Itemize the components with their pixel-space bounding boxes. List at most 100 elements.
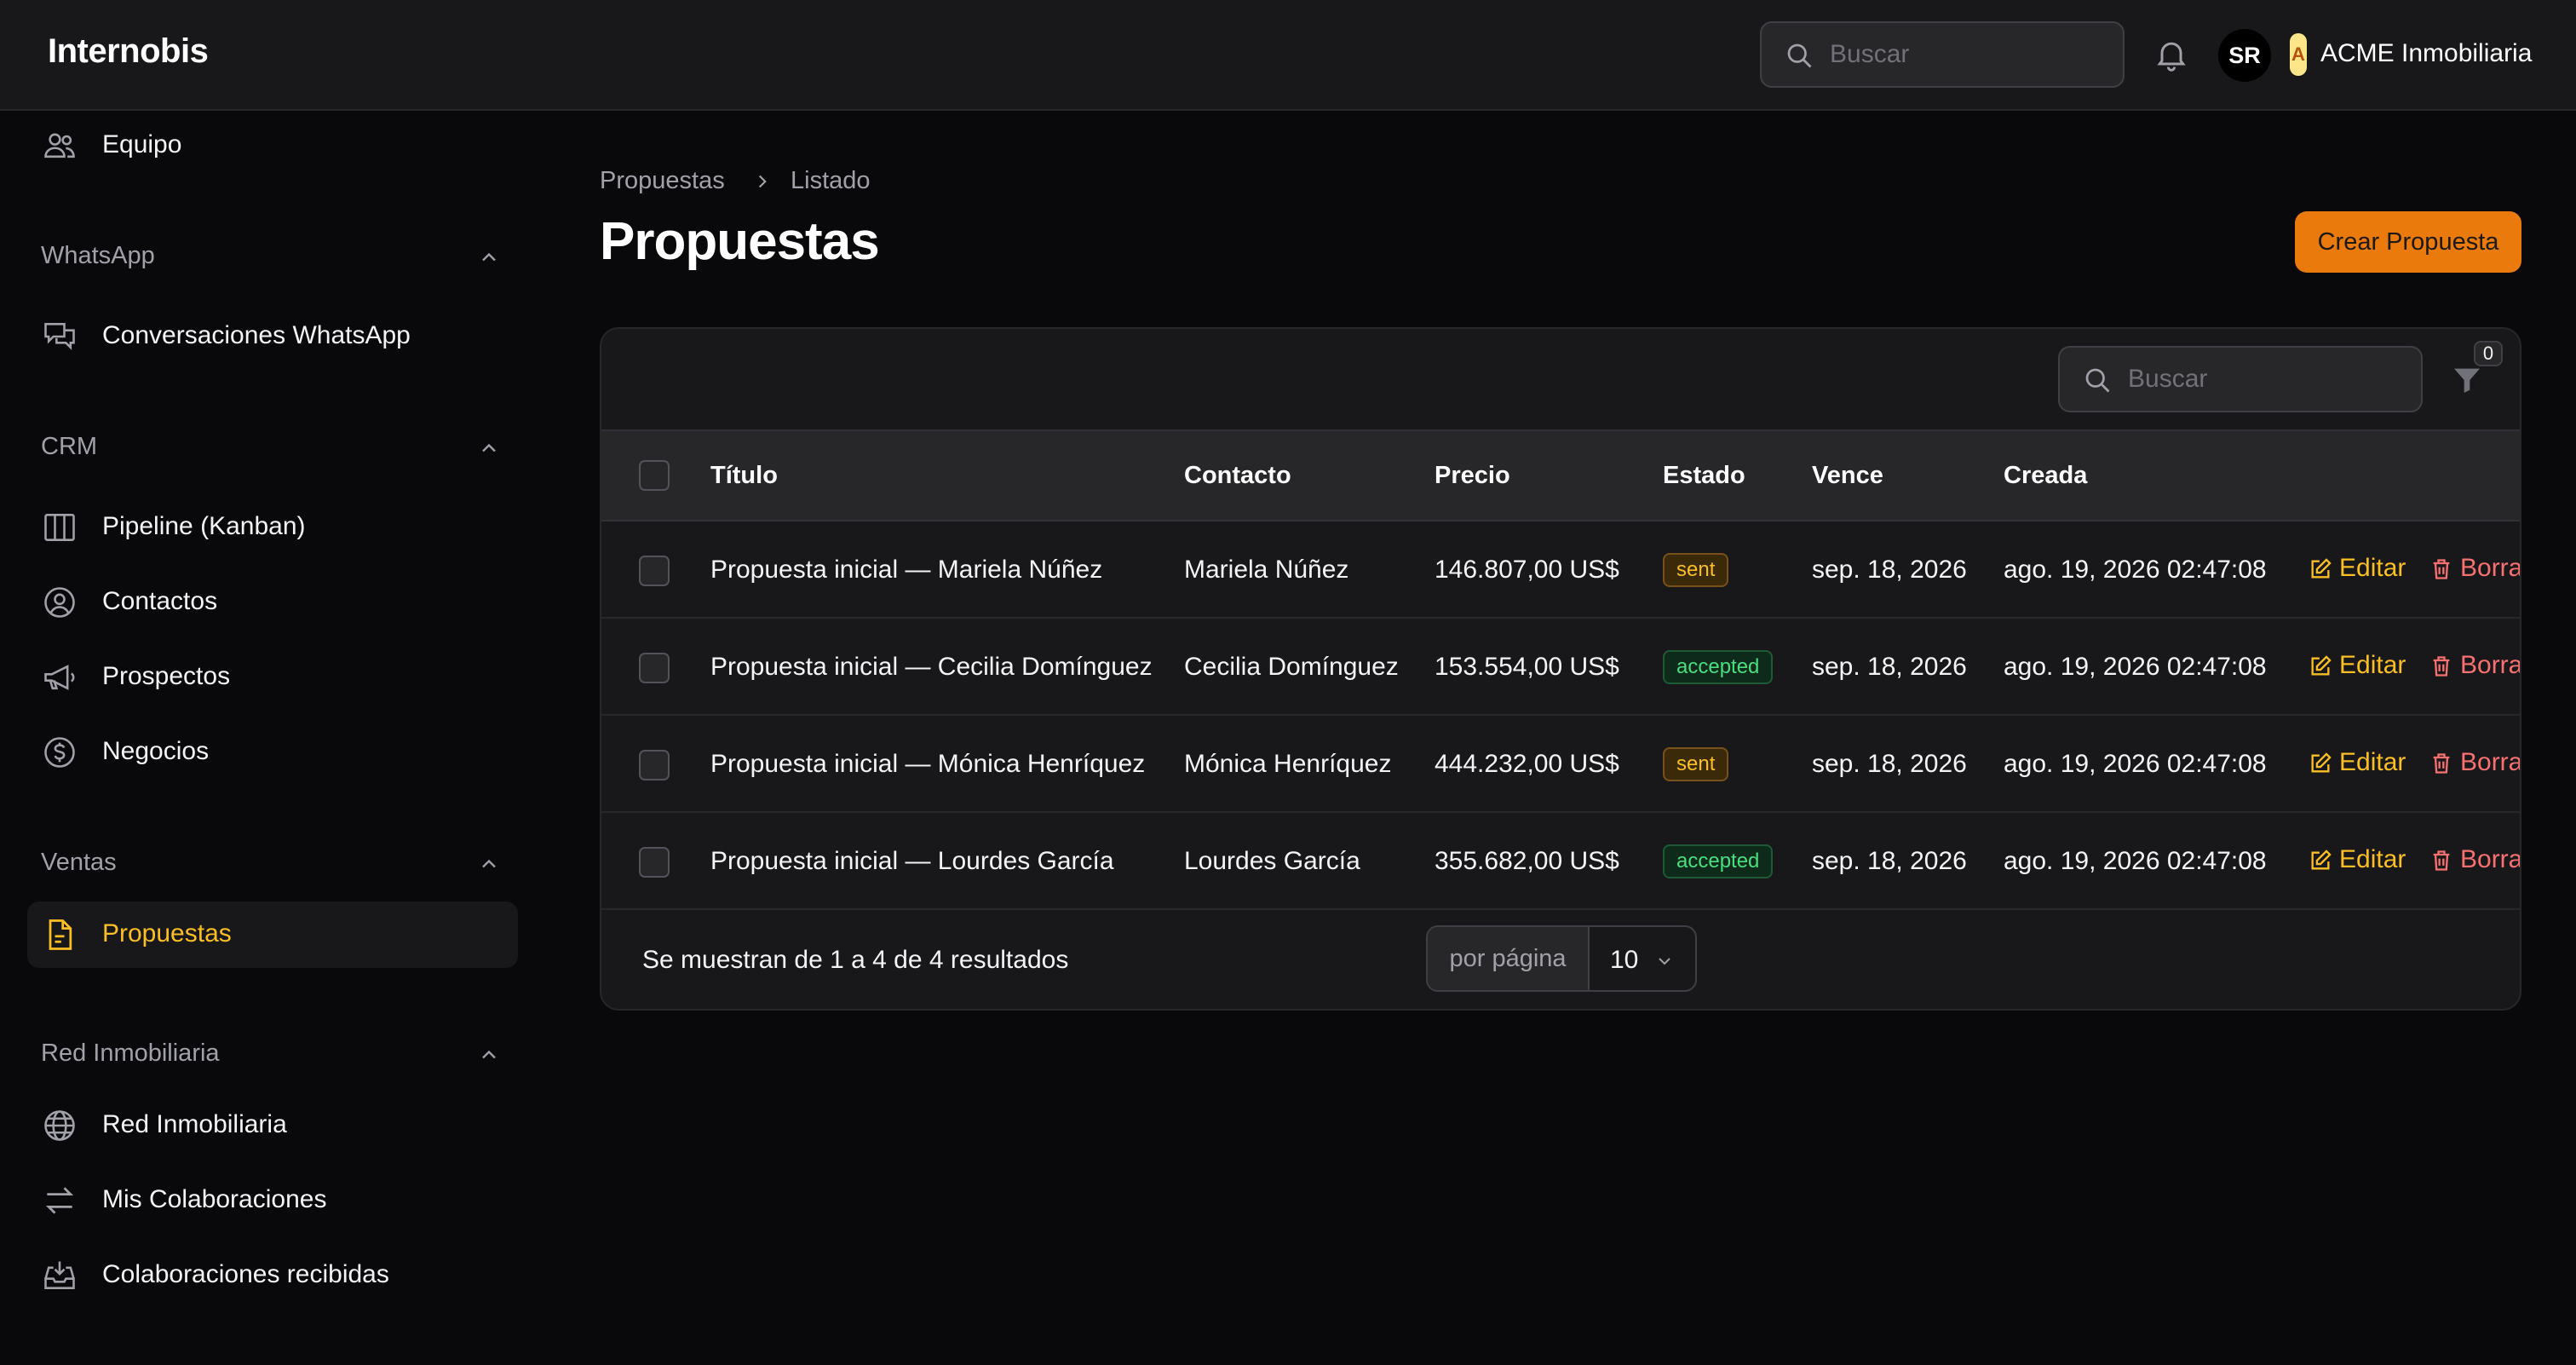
per-page-label: por página (1428, 927, 1590, 990)
table-row[interactable]: Propuesta inicial — Mariela Núñez Mariel… (601, 521, 2520, 619)
sidebar-item-red-inmobiliaria[interactable]: Red Inmobiliaria (27, 1092, 518, 1159)
inbox-download-icon (41, 1257, 78, 1294)
sidebar-item-label: Prospectos (102, 662, 231, 690)
sidebar-item-label: Colaboraciones recibidas (102, 1260, 389, 1288)
cell-created: ago. 19, 2026 02:47:08 (2004, 653, 2267, 681)
tenant-switcher[interactable]: ACME Inmobiliaria (2320, 39, 2532, 68)
sidebar-item-label: Equipo (102, 130, 182, 158)
group-header-ventas[interactable]: Ventas (41, 845, 501, 879)
breadcrumb-item[interactable]: Propuestas (600, 167, 725, 195)
search-icon (2082, 365, 2113, 395)
sidebar-item-mis-colaboraciones[interactable]: Mis Colaboraciones (27, 1167, 518, 1234)
cell-title: Propuesta inicial — Mónica Henríquez (710, 750, 1146, 778)
tenant-badge: A (2290, 33, 2307, 76)
trash-icon (2429, 849, 2453, 873)
cell-due: sep. 18, 2026 (1812, 750, 1967, 778)
column-header-contacto[interactable]: Contacto (1184, 462, 1291, 490)
chevron-right-icon (751, 170, 773, 193)
proposals-table-card: 0 Título Contacto Precio Estado Vence Cr… (600, 327, 2521, 1011)
cell-contact: Mariela Núñez (1184, 556, 1349, 584)
sidebar-item-colaboraciones-recibidas[interactable]: Colaboraciones recibidas (27, 1242, 518, 1309)
filter-count-badge: 0 (2474, 341, 2503, 366)
global-search-input[interactable] (1830, 23, 2102, 86)
cell-contact: Mónica Henríquez (1184, 750, 1392, 778)
results-summary: Se muestran de 1 a 4 de 4 resultados (642, 946, 1069, 974)
status-badge: sent (1663, 553, 1729, 587)
user-avatar[interactable]: SR (2218, 29, 2271, 82)
sidebar-item-label: Conversaciones WhatsApp (102, 321, 411, 349)
edit-icon (2309, 654, 2332, 678)
table-row[interactable]: Propuesta inicial — Lourdes García Lourd… (601, 813, 2520, 910)
breadcrumb-item: Listado (791, 167, 871, 194)
table-row[interactable]: Propuesta inicial — Mónica Henríquez Món… (601, 716, 2520, 813)
group-label: CRM (41, 433, 98, 460)
column-header-creada[interactable]: Creada (2004, 462, 2087, 490)
sidebar-item-label: Negocios (102, 737, 210, 765)
edit-icon (2309, 849, 2332, 873)
group-header-red-inmobiliaria[interactable]: Red Inmobiliaria (41, 1036, 501, 1070)
sidebar-item-conversaciones-whatsapp[interactable]: Conversaciones WhatsApp (27, 303, 518, 370)
sidebar-item-equipo[interactable]: Equipo (27, 112, 518, 179)
group-header-whatsapp[interactable]: WhatsApp (41, 239, 501, 273)
cell-title: Propuesta inicial — Cecilia Domínguez (710, 653, 1153, 681)
dollar-circle-icon (41, 734, 78, 771)
create-proposal-button[interactable]: Crear Propuesta (2295, 211, 2521, 273)
cell-created: ago. 19, 2026 02:47:08 (2004, 847, 2267, 875)
trash-icon (2429, 557, 2453, 581)
chevron-up-icon (477, 1043, 501, 1067)
row-checkbox[interactable] (639, 653, 670, 683)
status-badge: accepted (1663, 650, 1774, 684)
cell-due: sep. 18, 2026 (1812, 556, 1967, 584)
edit-icon (2309, 557, 2332, 581)
user-circle-icon (41, 584, 78, 621)
sidebar-item-label: Mis Colaboraciones (102, 1185, 327, 1213)
column-header-estado[interactable]: Estado (1663, 462, 1745, 490)
row-checkbox[interactable] (639, 556, 670, 586)
row-checkbox[interactable] (639, 750, 670, 780)
cell-due: sep. 18, 2026 (1812, 847, 1967, 875)
sidebar-item-negocios[interactable]: Negocios (27, 719, 518, 786)
brand-logo[interactable]: Internobis (48, 32, 209, 71)
global-search[interactable] (1760, 21, 2125, 88)
sidebar-item-contactos[interactable]: Contactos (27, 569, 518, 636)
column-header-vence[interactable]: Vence (1812, 462, 1883, 490)
trash-icon (2429, 752, 2453, 775)
edit-icon (2309, 752, 2332, 775)
column-header-precio[interactable]: Precio (1435, 462, 1510, 490)
status-badge: accepted (1663, 844, 1774, 878)
bell-icon[interactable] (2153, 36, 2190, 73)
group-label: Ventas (41, 849, 117, 876)
table-search[interactable] (2058, 346, 2423, 412)
status-badge: sent (1663, 747, 1729, 781)
sidebar-item-pipeline[interactable]: Pipeline (Kanban) (27, 494, 518, 561)
cell-created: ago. 19, 2026 02:47:08 (2004, 556, 2267, 584)
cell-price: 146.807,00 US$ (1435, 556, 1619, 584)
per-page-value: 10 (1610, 946, 1639, 974)
sidebar-item-label: Red Inmobiliaria (102, 1110, 287, 1138)
per-page-select[interactable]: por página 10 (1426, 925, 1697, 992)
users-icon (41, 127, 78, 164)
chat-bubbles-icon (41, 318, 78, 355)
cell-title: Propuesta inicial — Mariela Núñez (710, 556, 1103, 584)
filter-icon[interactable] (2450, 363, 2484, 397)
column-header-titulo[interactable]: Título (710, 462, 778, 490)
megaphone-icon (41, 659, 78, 696)
globe-icon (41, 1107, 78, 1144)
chevron-down-icon (1654, 951, 1675, 971)
cell-contact: Cecilia Domínguez (1184, 653, 1399, 681)
table-row[interactable]: Propuesta inicial — Cecilia Domínguez Ce… (601, 619, 2520, 716)
row-checkbox[interactable] (639, 847, 670, 878)
cell-price: 153.554,00 US$ (1435, 653, 1619, 681)
sidebar-item-prospectos[interactable]: Prospectos (27, 644, 518, 711)
table-search-input[interactable] (2128, 348, 2401, 411)
cell-created: ago. 19, 2026 02:47:08 (2004, 750, 2267, 778)
cell-price: 444.232,00 US$ (1435, 750, 1619, 778)
search-icon (1784, 40, 1814, 71)
select-all-checkbox[interactable] (639, 460, 670, 491)
group-header-crm[interactable]: CRM (41, 429, 501, 464)
chevron-up-icon (477, 245, 501, 269)
sidebar: Equipo WhatsApp Conversaciones WhatsApp … (0, 111, 545, 1365)
cell-due: sep. 18, 2026 (1812, 653, 1967, 681)
sidebar-item-propuestas[interactable]: Propuestas (27, 901, 518, 968)
arrows-exchange-icon (41, 1182, 78, 1219)
